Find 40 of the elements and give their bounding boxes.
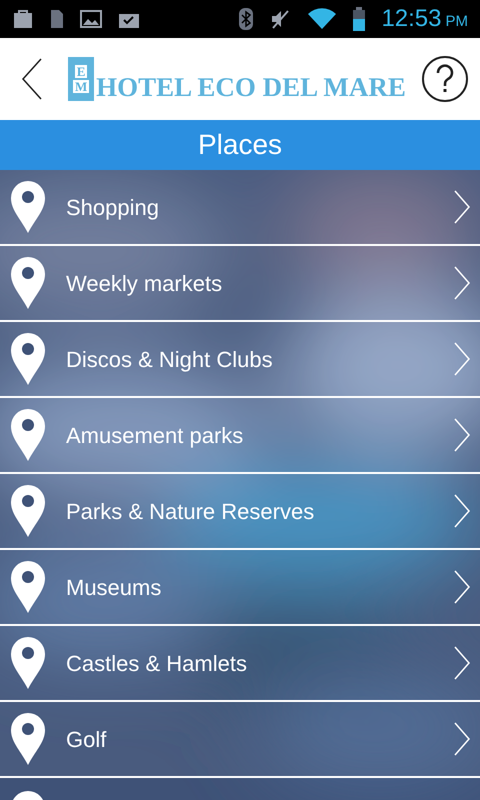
place-list-item[interactable]: Castles & Hamlets bbox=[0, 626, 480, 702]
map-pin-icon bbox=[10, 636, 46, 690]
help-icon bbox=[436, 64, 454, 94]
chevron-right-icon bbox=[454, 266, 470, 300]
battery-icon bbox=[353, 7, 366, 31]
mute-icon bbox=[269, 8, 292, 30]
chevron-right-icon bbox=[454, 190, 470, 224]
map-pin-icon bbox=[10, 560, 46, 614]
help-button[interactable] bbox=[422, 56, 468, 102]
place-list-item[interactable]: Discos & Night Clubs bbox=[0, 322, 480, 398]
chevron-right-icon bbox=[454, 418, 470, 452]
chevron-right-icon bbox=[454, 646, 470, 680]
map-pin-icon bbox=[10, 484, 46, 538]
page-title: Places bbox=[198, 128, 282, 162]
chevron-right-icon bbox=[454, 342, 470, 376]
map-pin-icon bbox=[10, 256, 46, 310]
place-list-item[interactable]: Weekly markets bbox=[0, 246, 480, 322]
place-list-item[interactable]: Golf bbox=[0, 702, 480, 778]
monogram-letter: E bbox=[74, 65, 88, 78]
clock-meridiem: PM bbox=[446, 12, 468, 32]
monogram-letter: M bbox=[72, 80, 90, 93]
place-list-item[interactable]: Shopping bbox=[0, 170, 480, 246]
hotel-logo-name: HOTEL ECO DEL MARE bbox=[96, 74, 406, 101]
chevron-right-icon bbox=[454, 570, 470, 604]
place-list-item[interactable]: Parks & Nature Reserves bbox=[0, 474, 480, 550]
clock-time: 12:53 bbox=[381, 4, 442, 34]
map-pin-icon bbox=[10, 408, 46, 462]
image-icon bbox=[80, 9, 102, 29]
map-pin-icon bbox=[10, 180, 46, 234]
file-icon bbox=[50, 9, 64, 29]
wifi-icon bbox=[307, 8, 338, 30]
map-pin-icon bbox=[10, 712, 46, 766]
place-list-item[interactable]: Amusement parks bbox=[0, 398, 480, 474]
back-icon bbox=[21, 57, 43, 101]
place-list-item[interactable]: Museums bbox=[0, 550, 480, 626]
bluetooth-icon bbox=[239, 8, 254, 30]
map-pin-icon bbox=[10, 332, 46, 386]
shopping-bag-icon bbox=[12, 8, 34, 30]
chevron-right-icon bbox=[454, 494, 470, 528]
chevron-right-icon bbox=[454, 722, 470, 756]
